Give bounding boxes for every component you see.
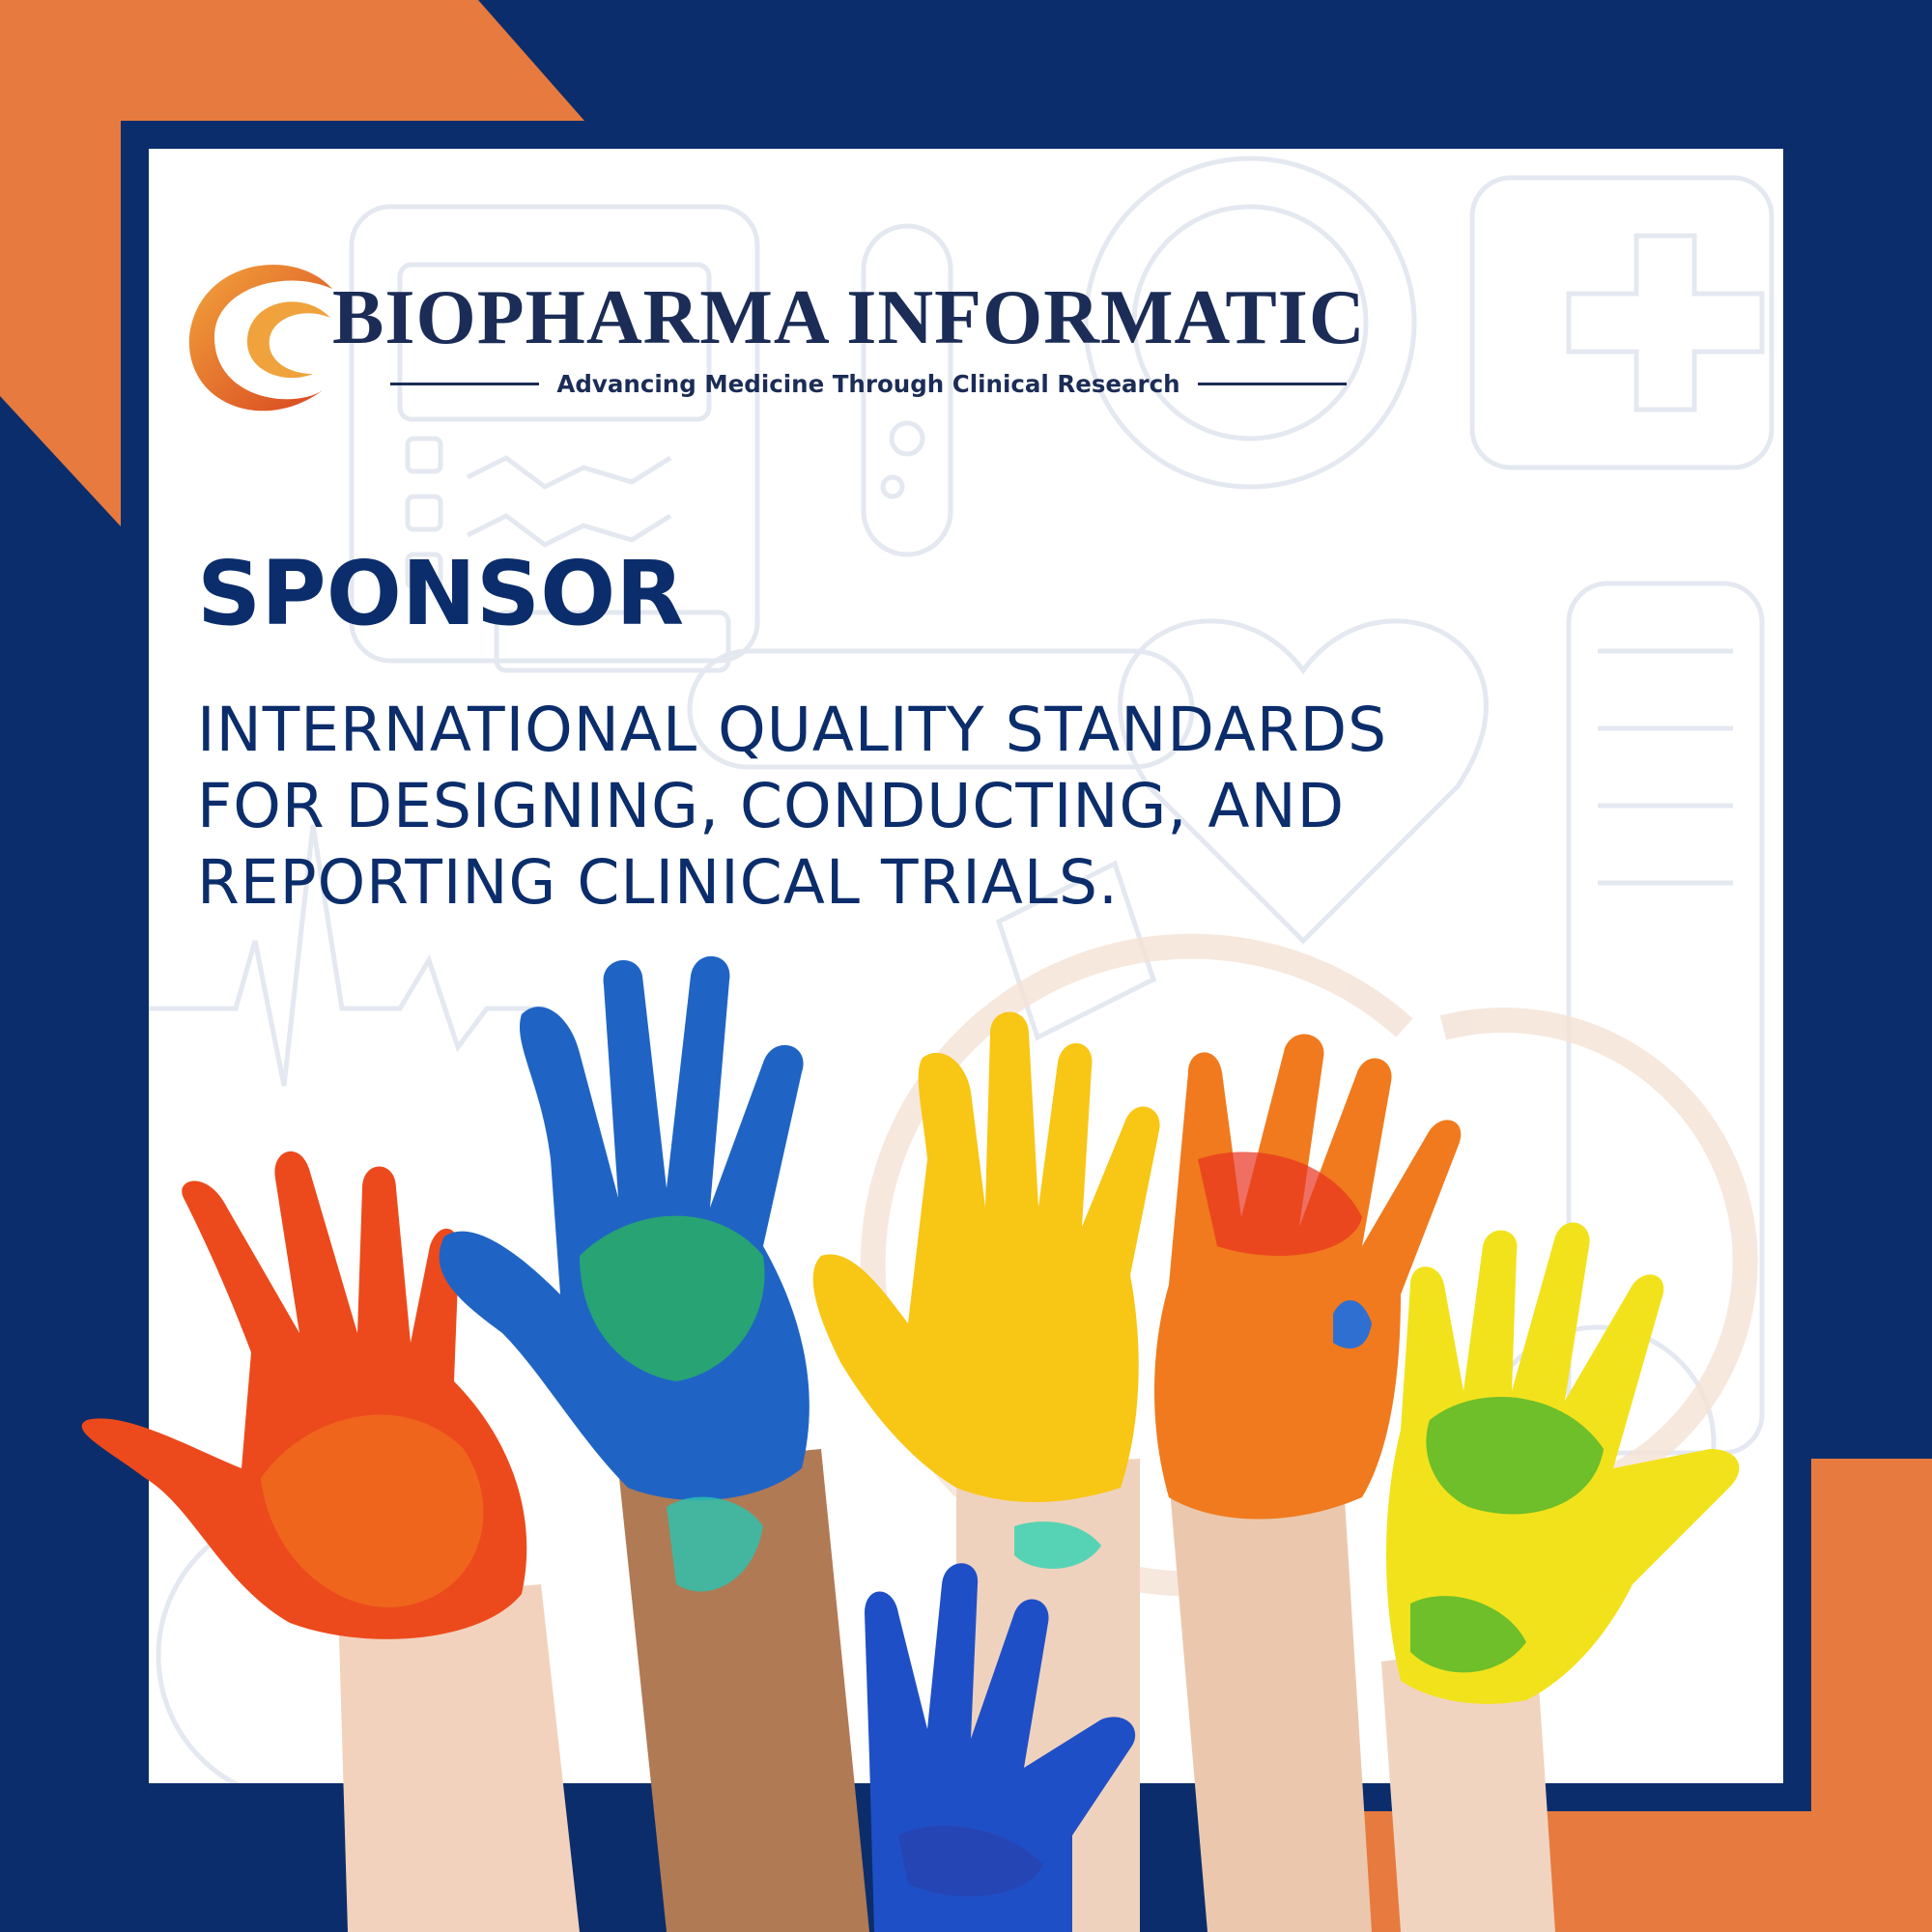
yellow-painted-hand <box>812 1011 1160 1569</box>
painted-hands-image <box>81 955 1740 1932</box>
green-yellow-painted-hand <box>1386 1222 1740 1704</box>
sponsor-poster: BIOPHARMA INFORMATIC Advancing Medicine … <box>0 0 1932 1932</box>
red-painted-hand <box>81 1151 527 1639</box>
